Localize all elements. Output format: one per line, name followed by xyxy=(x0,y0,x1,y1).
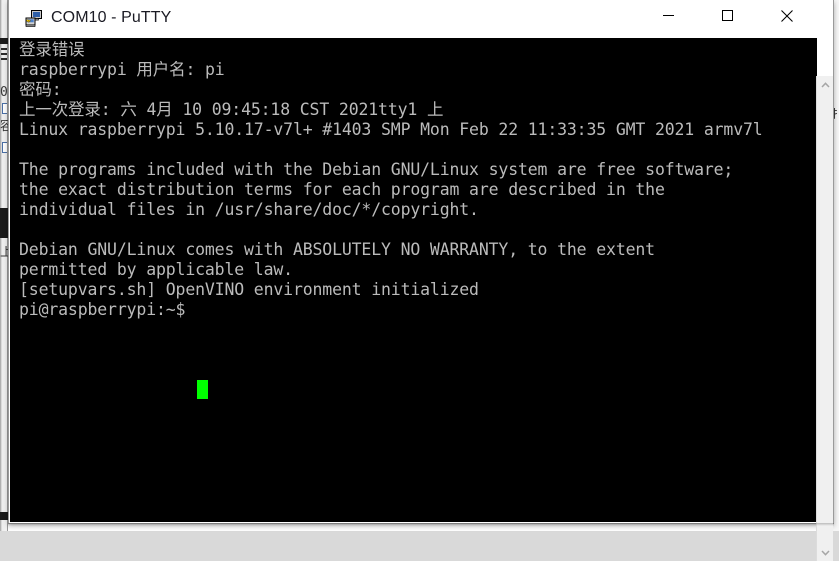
background-left-strip xyxy=(0,208,8,238)
terminal-output: 登录错误 raspberrypi 用户名: pi 密码: 上一次登录: 六 4月… xyxy=(19,40,763,320)
background-left-mark xyxy=(1,48,7,50)
chevron-up-icon xyxy=(821,82,830,88)
background-left-mark xyxy=(1,58,7,60)
scrollbar-up-arrow[interactable] xyxy=(817,76,833,93)
terminal-cursor xyxy=(197,380,208,399)
desktop-background: 0 容 上 扌 xyxy=(0,0,839,531)
background-left-strip xyxy=(0,512,8,520)
putty-app-icon xyxy=(24,9,44,29)
title-bar[interactable]: COM10 - PuTTY xyxy=(9,0,833,39)
background-left-box xyxy=(2,142,7,153)
window-title: COM10 - PuTTY xyxy=(51,9,171,27)
putty-window[interactable]: COM10 - PuTTY 登录错误 raspberrypi xyxy=(8,0,834,524)
terminal-scrollbar[interactable] xyxy=(816,76,833,561)
background-window-left[interactable]: 0 容 上 xyxy=(0,0,8,531)
maximize-icon xyxy=(722,10,733,21)
window-drop-shadow xyxy=(8,523,834,526)
scrollbar-down-arrow[interactable] xyxy=(817,544,833,561)
maximize-button[interactable] xyxy=(704,0,751,31)
background-left-glyph: 上 xyxy=(0,246,8,259)
close-button[interactable] xyxy=(763,0,810,31)
close-icon xyxy=(781,10,793,22)
terminal-screen[interactable]: 登录错误 raspberrypi 用户名: pi 密码: 上一次登录: 六 4月… xyxy=(10,38,817,522)
minimize-button[interactable] xyxy=(645,0,692,31)
background-left-mark xyxy=(1,53,7,55)
terminal-area: 登录错误 raspberrypi 用户名: pi 密码: 上一次登录: 六 4月… xyxy=(9,38,833,523)
background-left-box xyxy=(2,103,7,114)
minimize-icon xyxy=(663,10,674,21)
chevron-down-icon xyxy=(821,550,830,556)
background-left-glyph: 容 xyxy=(0,120,8,133)
background-left-glyph: 0 xyxy=(0,86,8,99)
background-left-strip xyxy=(0,38,8,44)
